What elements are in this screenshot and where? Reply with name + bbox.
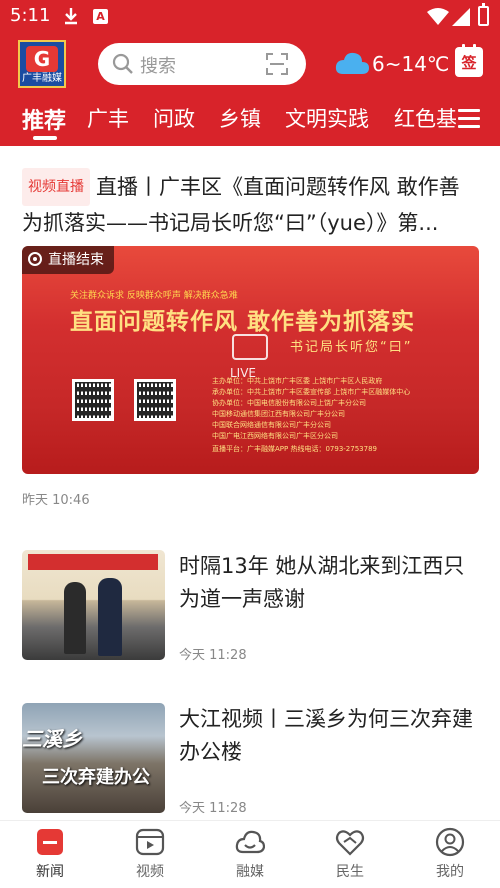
news-item-time: 今天 11:28 <box>179 801 247 816</box>
tab-wenzheng[interactable]: 问政 <box>153 103 195 133</box>
logo-text: 广丰融媒 <box>22 73 62 84</box>
thumbnail-caption: 三溪乡 <box>22 727 82 751</box>
bottom-navigation: 新闻 视频 融媒 民生 我的 <box>0 820 500 888</box>
channel-tabs: 推荐 广丰 问政 乡镇 文明实践 红色基 <box>0 100 456 146</box>
nav-news-label: 新闻 <box>36 864 64 880</box>
thumbnail-caption: 三次弃建办公 <box>42 767 150 788</box>
hero-organizer-line: 主办单位：中共上饶市广丰区委 上饶市广丰区人民政府 <box>212 377 383 385</box>
tab-wenming-shijian[interactable]: 文明实践 <box>285 103 369 133</box>
nav-livelihood-label: 民生 <box>336 864 364 880</box>
notification-app-icon: A <box>93 9 108 24</box>
signin-calendar-icon[interactable]: 签 <box>455 44 483 77</box>
live-record-icon <box>28 252 42 266</box>
weather-temperature[interactable]: 6~14℃ <box>372 52 449 76</box>
tab-guangfeng[interactable]: 广丰 <box>87 103 129 133</box>
top-story-time: 昨天 10:46 <box>22 493 90 508</box>
status-bar: 5:11 A <box>0 0 500 34</box>
hero-organizer-line: 中国移动通信集团江西有限公司广丰分公司 <box>212 410 345 418</box>
top-story-image[interactable]: 直播结束 关注群众诉求 反映群众呼声 解决群众急难 直面问题转作风 敢作善为抓落… <box>22 246 479 474</box>
signal-icon <box>452 8 470 26</box>
active-tab-indicator <box>33 136 57 140</box>
news-item-title: 大江视频丨三溪乡为何三次弃建办公楼 <box>179 707 473 764</box>
video-icon <box>135 828 165 856</box>
news-item[interactable]: 时隔13年 她从湖北来到江西只为道一声感谢 今天 11:28 <box>22 550 482 663</box>
hero-footer: 直播平台：广丰融媒APP 热线电话：0793-2753789 <box>212 445 377 453</box>
hero-organizer-line: 中国联合网络通信有限公司广丰分公司 <box>212 421 331 429</box>
menu-icon[interactable] <box>458 109 480 129</box>
heart-hands-icon <box>335 830 365 856</box>
nav-media-label: 融媒 <box>236 864 264 880</box>
nav-video[interactable]: 视频 <box>100 827 200 881</box>
tab-hongse[interactable]: 红色基 <box>394 103 456 133</box>
qr-code-image <box>134 379 176 421</box>
news-item-time: 今天 11:28 <box>179 648 247 663</box>
news-thumbnail: 三溪乡 三次弃建办公 <box>22 703 165 813</box>
search-bar[interactable]: 搜索 <box>98 43 306 85</box>
nav-media[interactable]: 融媒 <box>200 827 300 881</box>
profile-icon <box>435 827 465 857</box>
download-icon <box>65 8 77 25</box>
nav-profile[interactable]: 我的 <box>400 827 500 881</box>
app-header: 5:11 A G 广丰融媒 搜索 6~14℃ 签 推荐 广丰 问政 乡镇 文明实… <box>0 0 500 146</box>
news-item-title: 时隔13年 她从湖北来到江西只为道一声感谢 <box>179 554 465 611</box>
nav-news[interactable]: 新闻 <box>0 827 100 881</box>
live-camera-icon <box>232 334 268 360</box>
tab-recommend[interactable]: 推荐 <box>22 103 66 135</box>
news-thumbnail <box>22 550 165 660</box>
hero-subtitle: 书记局长听您“曰” <box>290 340 413 355</box>
status-time: 5:11 <box>10 5 51 26</box>
wifi-icon <box>427 8 449 25</box>
video-live-badge: 视频直播 <box>22 168 90 206</box>
app-logo[interactable]: G 广丰融媒 <box>18 40 66 88</box>
scan-icon[interactable] <box>266 53 288 75</box>
search-placeholder: 搜索 <box>140 56 176 77</box>
hero-organizer-line: 承办单位：中共上饶市广丰区委宣传部 上饶市广丰区融媒体中心 <box>212 388 411 396</box>
nav-video-label: 视频 <box>136 864 164 880</box>
qr-code-image <box>72 379 114 421</box>
live-status-badge: 直播结束 <box>22 246 114 274</box>
tab-xiangzhen[interactable]: 乡镇 <box>219 103 261 133</box>
search-icon <box>112 53 133 74</box>
hero-organizer-line: 协办单位：中国电信股份有限公司上饶广丰分公司 <box>212 399 366 407</box>
battery-icon <box>478 3 489 26</box>
thumbnail-banner <box>28 554 158 570</box>
news-feed: 视频直播 直播丨广丰区《直面问题转作风 敢作善为抓落实——书记局长听您“曰”（yu… <box>0 146 500 820</box>
thumbnail-person <box>64 582 86 654</box>
nav-profile-label: 我的 <box>436 864 464 880</box>
media-cloud-icon <box>235 830 265 854</box>
hero-title: 直面问题转作风 敢作善为抓落实 <box>70 309 416 335</box>
news-icon <box>37 829 63 855</box>
nav-livelihood[interactable]: 民生 <box>300 827 400 881</box>
hero-tagline: 关注群众诉求 反映群众呼声 解决群众急难 <box>70 291 238 301</box>
hero-organizer-line: 中国广电江西网络有限公司广丰区分公司 <box>212 432 338 440</box>
live-status-label: 直播结束 <box>48 252 104 268</box>
hero-organizers: 主办单位：中共上饶市广丰区委 上饶市广丰区人民政府 承办单位：中共上饶市广丰区委… <box>212 376 452 442</box>
cloud-weather-icon <box>335 52 369 74</box>
thumbnail-person <box>98 578 122 656</box>
top-story-title[interactable]: 视频直播 直播丨广丰区《直面问题转作风 敢作善为抓落实——书记局长听您“曰”（yu… <box>22 168 480 240</box>
news-item[interactable]: 三溪乡 三次弃建办公 大江视频丨三溪乡为何三次弃建办公楼 今天 11:28 <box>22 703 482 816</box>
